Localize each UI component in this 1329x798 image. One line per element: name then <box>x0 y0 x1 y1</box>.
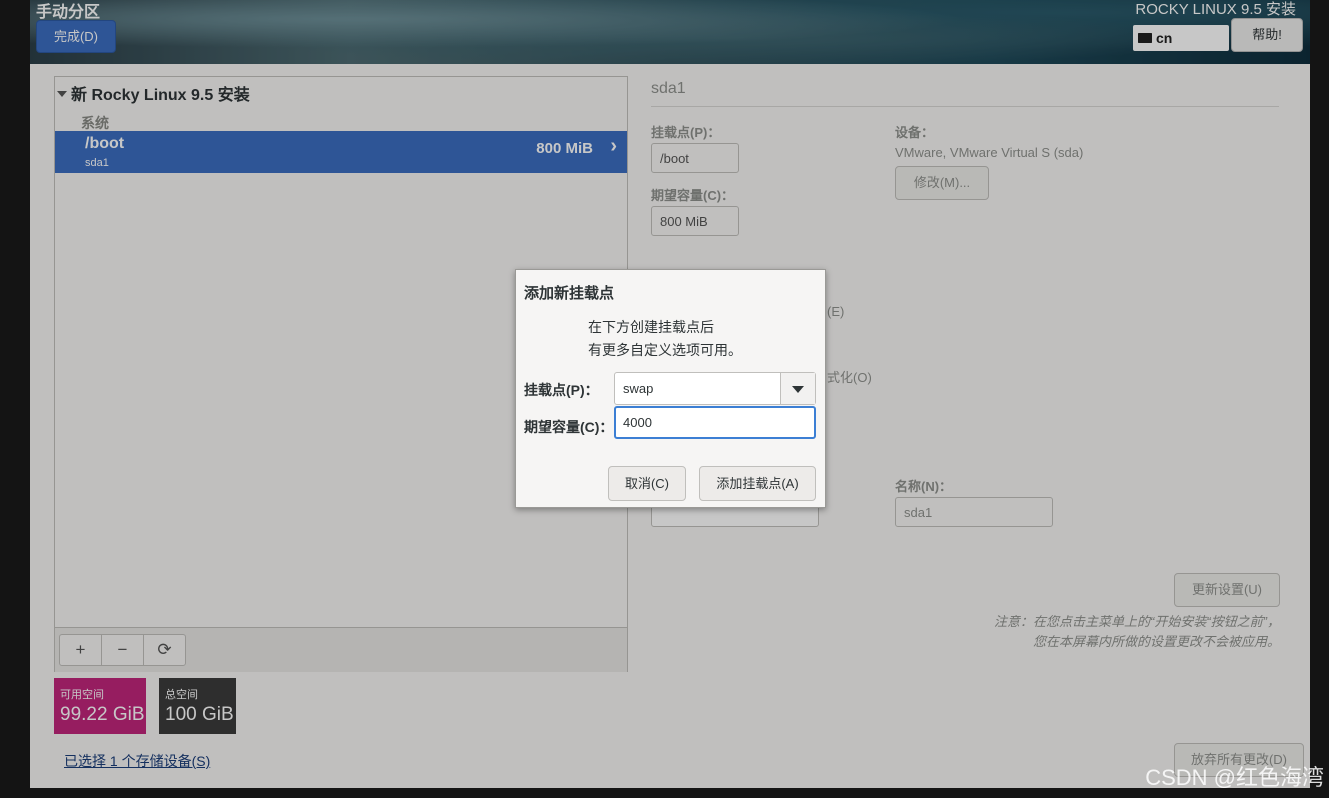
chevron-down-icon <box>792 386 804 393</box>
dropdown-toggle[interactable] <box>780 373 815 404</box>
capacity-input[interactable]: 4000 <box>614 406 816 439</box>
add-mount-point-button[interactable]: 添加挂载点(A) <box>699 466 816 501</box>
dialog-message-line1: 在下方创建挂载点后 <box>588 319 714 335</box>
dialog-message: 在下方创建挂载点后 有更多自定义选项可用。 <box>588 316 742 362</box>
watermark: CSDN @红色海湾 <box>1145 765 1324 790</box>
dialog-mount-label: 挂载点(P)： <box>524 382 599 398</box>
dialog-title: 添加新挂载点 <box>524 285 615 302</box>
add-mount-point-dialog: 添加新挂载点 在下方创建挂载点后 有更多自定义选项可用。 挂载点(P)： swa… <box>515 269 826 508</box>
cancel-button[interactable]: 取消(C) <box>608 466 686 501</box>
dialog-capacity-label: 期望容量(C)： <box>524 419 614 435</box>
mount-point-combo[interactable]: swap <box>614 372 816 405</box>
mount-point-combo-value: swap <box>623 381 654 396</box>
dialog-message-line2: 有更多自定义选项可用。 <box>588 342 742 358</box>
